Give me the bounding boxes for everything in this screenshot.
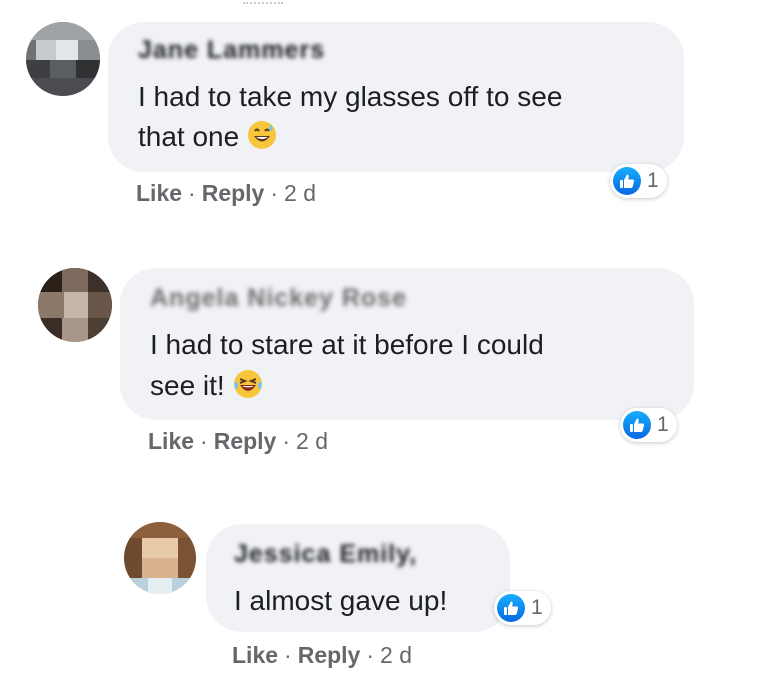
reaction-count: 1	[531, 596, 543, 619]
thumbs-up-icon	[497, 594, 525, 622]
reply-link[interactable]: Reply	[202, 180, 265, 206]
avatar[interactable]	[124, 522, 196, 594]
avatar[interactable]	[26, 22, 100, 96]
comment-time[interactable]: 2 d	[380, 642, 412, 668]
reaction-summary[interactable]: 1	[494, 591, 551, 625]
comment-time[interactable]: 2 d	[284, 180, 316, 206]
reply-link[interactable]: Reply	[214, 428, 277, 454]
comment-text-line-2: that one	[138, 117, 277, 161]
comment-author[interactable]: Jane Lammers	[138, 36, 325, 65]
grinning-sweat-emoji	[247, 120, 277, 161]
like-link[interactable]: Like	[148, 428, 194, 454]
thumbs-up-icon	[623, 411, 651, 439]
reaction-count: 1	[657, 413, 669, 436]
comment-actions: Like · Reply · 2 d	[136, 180, 316, 207]
previous-content-divider	[243, 2, 283, 8]
reaction-summary[interactable]: 1	[610, 164, 667, 198]
like-link[interactable]: Like	[136, 180, 182, 206]
comment-text-line-1: I had to take my glasses off to see	[138, 81, 563, 112]
comment-actions: Like · Reply · 2 d	[232, 642, 412, 669]
separator-dot: ·	[284, 642, 292, 668]
separator-dot: ·	[188, 180, 196, 206]
comment-text-line-1: I had to stare at it before I could	[150, 329, 544, 360]
comment-actions: Like · Reply · 2 d	[148, 428, 328, 455]
reply-link[interactable]: Reply	[298, 642, 361, 668]
separator-dot: ·	[270, 180, 279, 206]
separator-dot: ·	[200, 428, 208, 454]
comment-time[interactable]: 2 d	[296, 428, 328, 454]
avatar[interactable]	[38, 268, 112, 342]
separator-dot: ·	[366, 642, 375, 668]
reaction-summary[interactable]: 1	[620, 408, 677, 442]
comment-text-line-1: I almost gave up!	[234, 585, 448, 616]
comment-text-line-2: see it!	[150, 366, 263, 410]
comment-text-line-2-text: that one	[138, 121, 240, 152]
reaction-count: 1	[647, 169, 659, 192]
separator-dot: ·	[282, 428, 291, 454]
comment-author[interactable]: Jessica Emily,	[234, 540, 417, 569]
thumbs-up-icon	[613, 167, 641, 195]
like-link[interactable]: Like	[232, 642, 278, 668]
laughing-tears-emoji	[233, 369, 263, 410]
comment-author[interactable]: Angela Nickey Rose	[150, 284, 407, 313]
comment-text-line-2-text: see it!	[150, 370, 225, 401]
